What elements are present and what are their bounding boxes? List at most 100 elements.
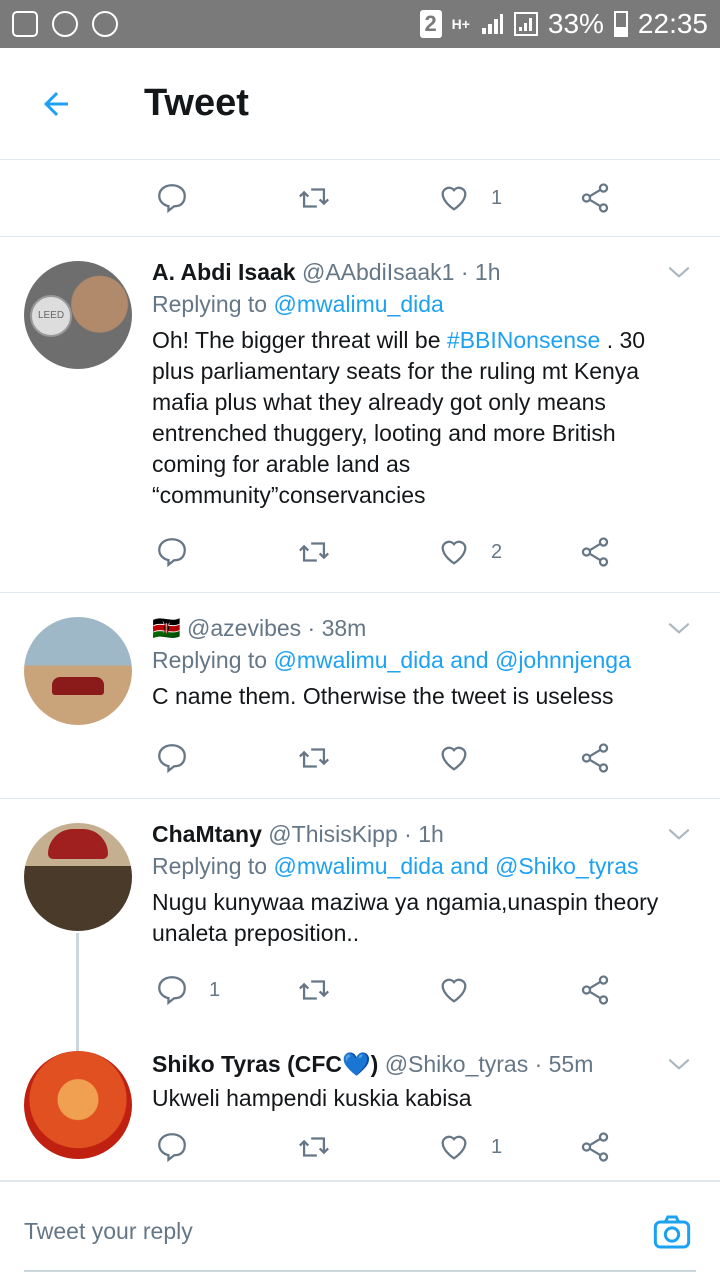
heart-icon bbox=[441, 186, 467, 211]
tweet-reply[interactable]: LEED A. Abdi Isaak @AAbdiIsaak1 · 1h Rep… bbox=[0, 237, 720, 593]
signal-icon bbox=[481, 14, 503, 34]
notification-icon bbox=[12, 11, 38, 37]
like-button[interactable] bbox=[437, 973, 471, 1007]
like-button[interactable]: 1 bbox=[437, 181, 502, 215]
reply-icon bbox=[158, 744, 186, 774]
chevron-down-icon[interactable] bbox=[666, 821, 692, 847]
author-name[interactable]: ChaMtany bbox=[152, 821, 262, 847]
tweet-header: Shiko Tyras (CFC💙) @Shiko_tyras · 55m bbox=[152, 1049, 660, 1079]
avatar[interactable] bbox=[24, 823, 132, 931]
tweet-reply[interactable]: Shiko Tyras (CFC💙) @Shiko_tyras · 55m Uk… bbox=[0, 1039, 720, 1182]
reply-icon bbox=[158, 184, 186, 214]
like-button[interactable] bbox=[437, 741, 471, 775]
tweet-text: Oh! The bigger threat will be #BBINonsen… bbox=[152, 325, 660, 511]
share-icon bbox=[581, 1132, 609, 1162]
tweet-time: · 1h bbox=[404, 821, 444, 847]
back-button[interactable] bbox=[0, 48, 112, 160]
like-count: 1 bbox=[491, 1135, 503, 1158]
tweet-reply[interactable]: ChaMtany @ThisisKipp · 1h Replying to @m… bbox=[0, 799, 720, 1039]
like-button[interactable]: 2 bbox=[437, 535, 502, 569]
reply-button[interactable]: 1 bbox=[155, 973, 220, 1007]
hashtag-link[interactable]: #BBINonsense bbox=[447, 327, 600, 353]
heart-icon bbox=[441, 746, 467, 771]
retweet-icon bbox=[299, 980, 329, 1000]
reply-mention-link[interactable]: @mwalimu_dida and @johnnjenga bbox=[273, 647, 630, 673]
tweet-time: · 38m bbox=[307, 615, 367, 641]
tweet-time: · 55m bbox=[534, 1051, 594, 1077]
author-name[interactable]: A. Abdi Isaak bbox=[152, 259, 296, 285]
tweet-header: A. Abdi Isaak @AAbdiIsaak1 · 1h bbox=[152, 257, 660, 287]
author-name[interactable]: Shiko Tyras (CFC💙) bbox=[152, 1051, 378, 1077]
replying-to: Replying to @mwalimu_dida and @johnnjeng… bbox=[152, 643, 660, 677]
status-bar: 2 H+ 33% 22:35 bbox=[0, 0, 720, 48]
reply-icon bbox=[158, 1133, 186, 1163]
chevron-down-icon[interactable] bbox=[666, 1051, 692, 1077]
tweet-text: Ukweli hampendi kuskia kabisa bbox=[152, 1085, 472, 1111]
share-icon bbox=[581, 537, 609, 567]
tweet-time: · 1h bbox=[460, 259, 501, 285]
author-name[interactable]: 🇰🇪 bbox=[152, 615, 181, 641]
back-arrow-icon bbox=[44, 91, 68, 116]
retweet-icon bbox=[299, 188, 329, 208]
like-count: 2 bbox=[491, 540, 503, 563]
retweet-button[interactable] bbox=[297, 973, 331, 1007]
page-title: Tweet bbox=[144, 82, 249, 124]
retweet-button[interactable] bbox=[297, 741, 331, 775]
chevron-down-icon[interactable] bbox=[666, 615, 692, 641]
thread: ChaMtany @ThisisKipp · 1h Replying to @m… bbox=[0, 799, 720, 1182]
notification-icon bbox=[92, 11, 118, 37]
share-button[interactable] bbox=[578, 181, 612, 215]
replying-to: Replying to @mwalimu_dida and @Shiko_tyr… bbox=[152, 849, 660, 883]
reply-button[interactable] bbox=[155, 181, 189, 215]
reply-underline bbox=[24, 1270, 696, 1272]
main-tweet-actions: 1 bbox=[0, 160, 720, 237]
notification-icons bbox=[12, 11, 118, 37]
avatar[interactable]: LEED bbox=[24, 261, 132, 369]
battery-icon bbox=[613, 11, 628, 37]
replying-to-label: Replying to bbox=[152, 853, 268, 879]
retweet-icon bbox=[299, 748, 329, 768]
retweet-icon bbox=[299, 1137, 329, 1157]
share-button[interactable] bbox=[578, 973, 612, 1007]
share-button[interactable] bbox=[578, 741, 612, 775]
camera-icon[interactable] bbox=[652, 1212, 692, 1252]
chevron-down-icon[interactable] bbox=[666, 259, 692, 285]
retweet-button[interactable] bbox=[297, 181, 331, 215]
reply-button[interactable] bbox=[155, 535, 189, 569]
replying-to: Replying to @mwalimu_dida bbox=[152, 287, 660, 321]
like-button[interactable]: 1 bbox=[437, 1130, 502, 1164]
retweet-button[interactable] bbox=[297, 1130, 331, 1164]
replying-to-label: Replying to bbox=[152, 647, 268, 673]
battery-percent: 33% bbox=[547, 8, 604, 39]
reply-composer: Tweet your reply bbox=[0, 1180, 720, 1282]
sim-indicator: 2 bbox=[419, 10, 442, 38]
heart-icon bbox=[441, 1135, 467, 1160]
retweet-button[interactable] bbox=[297, 535, 331, 569]
author-handle[interactable]: @AAbdiIsaak1 bbox=[302, 259, 455, 285]
avatar[interactable] bbox=[24, 617, 132, 725]
reply-mention-link[interactable]: @mwalimu_dida and @Shiko_tyras bbox=[273, 853, 638, 879]
reply-count: 1 bbox=[209, 978, 221, 1001]
reply-button[interactable] bbox=[155, 1130, 189, 1164]
share-button[interactable] bbox=[578, 535, 612, 569]
author-handle[interactable]: @ThisisKipp bbox=[268, 821, 397, 847]
tweet-reply[interactable]: 🇰🇪 @azevibes · 38m Replying to @mwalimu_… bbox=[0, 593, 720, 799]
reply-button[interactable] bbox=[155, 741, 189, 775]
missed-call-icon bbox=[52, 11, 78, 37]
tweet-text-part: Oh! The bigger threat will be bbox=[152, 327, 447, 353]
heart-icon bbox=[441, 540, 467, 565]
tweet-text-part: . 30 plus parliamentary seats for the ru… bbox=[152, 327, 646, 508]
clock: 22:35 bbox=[637, 8, 708, 39]
tweet-header: ChaMtany @ThisisKipp · 1h bbox=[152, 819, 660, 849]
tweet-header: 🇰🇪 @azevibes · 38m bbox=[152, 613, 660, 643]
share-icon bbox=[581, 183, 609, 213]
reply-input[interactable]: Tweet your reply bbox=[24, 1218, 193, 1245]
share-button[interactable] bbox=[578, 1130, 612, 1164]
network-type: H+ bbox=[451, 16, 470, 32]
like-count: 1 bbox=[491, 186, 503, 209]
retweet-icon bbox=[299, 542, 329, 562]
reply-mention-link[interactable]: @mwalimu_dida bbox=[273, 291, 443, 317]
author-handle[interactable]: @azevibes bbox=[187, 615, 301, 641]
replying-to-label: Replying to bbox=[152, 291, 268, 317]
author-handle[interactable]: @Shiko_tyras bbox=[385, 1051, 529, 1077]
